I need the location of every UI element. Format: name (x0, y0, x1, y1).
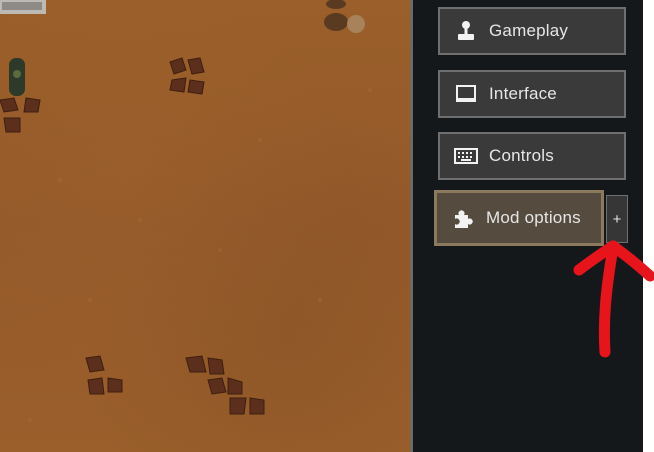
controls-button[interactable]: Controls (438, 132, 626, 180)
keyboard-icon (453, 144, 479, 168)
mod-options-button[interactable]: Mod options (434, 190, 604, 246)
controls-label: Controls (489, 146, 554, 165)
rock-cluster (0, 97, 41, 133)
rock-cluster (185, 355, 265, 415)
gameplay-button[interactable]: Gameplay (438, 7, 626, 55)
monitor-icon (453, 82, 479, 106)
interface-button[interactable]: Interface (438, 70, 626, 118)
game-world-view (0, 0, 412, 452)
rock-cluster (85, 355, 123, 395)
window-edge (643, 0, 654, 452)
settings-panel: Gameplay Interface Controls Mod options … (413, 0, 643, 452)
joystick-icon (453, 19, 479, 43)
rock-cluster (324, 0, 365, 33)
screen: Gameplay Interface Controls Mod options … (0, 0, 654, 452)
expand-mod-options-button[interactable]: + (606, 195, 628, 243)
interface-label: Interface (489, 84, 557, 103)
puzzle-icon (450, 206, 476, 230)
terrain-decoration (0, 0, 372, 422)
mod-options-label: Mod options (486, 208, 581, 227)
gameplay-label: Gameplay (489, 21, 569, 40)
rock-cluster (169, 57, 205, 95)
